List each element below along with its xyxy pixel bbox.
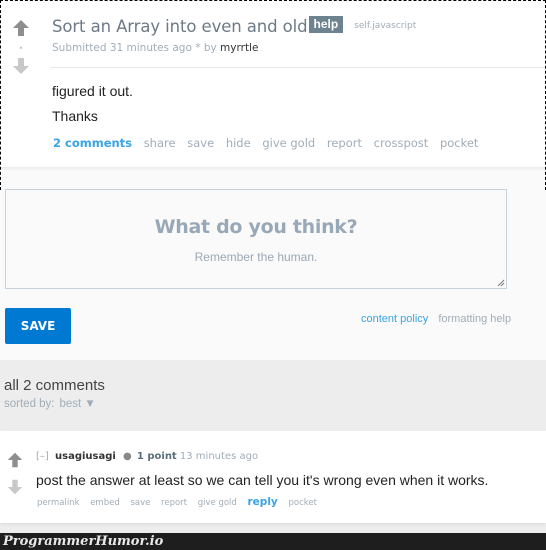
post-body-line: figured it out. [52, 83, 133, 99]
bullet-icon: ● [123, 451, 132, 462]
collapse-toggle[interactable]: [–] [36, 451, 49, 462]
reply-link[interactable]: reply [248, 496, 278, 508]
downvote-arrow-icon[interactable] [11, 56, 31, 76]
comment-item: [–] usagiusagi ● 1 point 13 minutes ago … [0, 431, 546, 523]
watermark-bar: ProgrammerHumor.io [0, 533, 546, 550]
placeholder-title: What do you think? [154, 216, 358, 238]
post-score: • [19, 43, 23, 53]
upvote-arrow-icon[interactable] [11, 18, 31, 38]
post-author[interactable]: myrrtle [220, 42, 258, 54]
resize-handle-icon[interactable] [497, 279, 505, 287]
formatting-help-link[interactable]: formatting help [438, 313, 511, 325]
permalink-link[interactable]: permalink [37, 498, 80, 508]
report-link[interactable]: report [161, 498, 187, 508]
crosspost-link[interactable]: crosspost [374, 136, 429, 150]
post-actions: 2 comments share save hide give gold rep… [53, 136, 486, 150]
sort-control: sorted by: best ▼ [4, 398, 96, 410]
give-gold-link[interactable]: give gold [198, 498, 237, 508]
report-link[interactable]: report [327, 136, 362, 150]
divider [50, 67, 546, 68]
pocket-link[interactable]: pocket [440, 136, 479, 150]
all-comments-title: all 2 comments [4, 377, 105, 394]
give-gold-link[interactable]: give gold [262, 136, 315, 150]
post-card: • Sort an Array into even and old help sel… [0, 0, 546, 167]
comment-actions: permalink embed save report give gold re… [37, 496, 325, 508]
submitted-text: Submitted 31 minutes ago * by [52, 42, 217, 54]
comment-body: post the answer at least so we can tell … [36, 472, 489, 488]
content-policy-link[interactable]: content policy [361, 313, 428, 325]
watermark-text: ProgrammerHumor.io [3, 534, 164, 549]
placeholder-subtitle: Remember the human. [194, 250, 318, 264]
embed-link[interactable]: embed [90, 498, 120, 508]
comment-textarea[interactable]: What do you think? Remember the human. [5, 189, 507, 289]
comment-vote [6, 451, 24, 505]
comments-header: all 2 comments sorted by: best ▼ [0, 360, 546, 431]
comments-link[interactable]: 2 comments [53, 136, 132, 150]
upvote-arrow-icon[interactable] [6, 451, 24, 469]
pocket-link[interactable]: pocket [288, 498, 316, 508]
post-tagline: Submitted 31 minutes ago * by myrrtle [52, 42, 258, 54]
sorted-label: sorted by: [4, 398, 55, 410]
post-body-line: Thanks [52, 108, 98, 124]
post-title-line: Sort an Array into even and old help self.… [52, 16, 416, 37]
post-vote: • [11, 18, 31, 76]
post-body: figured it out. Thanks [52, 84, 133, 134]
post-flair: help [308, 16, 344, 33]
comment-time: 13 minutes ago [179, 451, 259, 462]
sort-dropdown[interactable]: best ▼ [60, 398, 96, 410]
comment-form-links: content policy formatting help [361, 313, 511, 325]
comment-author[interactable]: usagiusagi [55, 451, 116, 462]
save-link[interactable]: save [187, 136, 214, 150]
hide-link[interactable]: hide [226, 136, 251, 150]
share-link[interactable]: share [144, 136, 176, 150]
save-link[interactable]: save [130, 498, 150, 508]
downvote-arrow-icon[interactable] [6, 478, 24, 496]
comment-tagline: [–] usagiusagi ● 1 point 13 minutes ago [36, 451, 258, 462]
post-container: • Sort an Array into even and old help sel… [0, 0, 546, 188]
save-button[interactable]: SAVE [5, 308, 71, 344]
comment-score: 1 point [136, 451, 177, 462]
post-title[interactable]: Sort an Array into even and old [52, 17, 308, 36]
post-domain[interactable]: self.javascript [354, 21, 416, 31]
